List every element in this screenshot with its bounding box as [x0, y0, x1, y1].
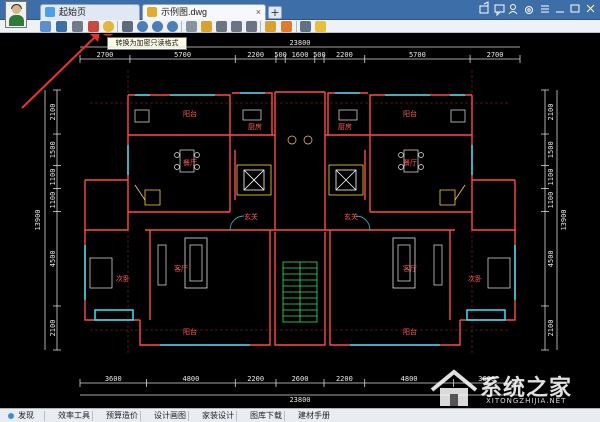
- dimension-segment-label: 2200: [247, 51, 264, 59]
- settings-icon[interactable]: [525, 6, 533, 14]
- measure-icon[interactable]: [265, 21, 276, 32]
- check-icon[interactable]: [315, 21, 326, 32]
- dimension-segment-label: 2600: [292, 375, 309, 383]
- dimension-segment-label: 4800: [401, 375, 418, 383]
- room-label: 餐厅: [403, 158, 417, 167]
- dimension-segment-label: 1500: [547, 141, 555, 158]
- room-label: 阳台: [183, 109, 197, 118]
- text-icon[interactable]: [186, 21, 197, 32]
- open-folder-icon[interactable]: [40, 21, 51, 32]
- status-item-budget-pricing[interactable]: 预算造价: [96, 410, 138, 422]
- dimension-lines: [44, 46, 558, 396]
- room-label: 玄关: [244, 212, 258, 221]
- dimension-segment-label: 2200: [336, 51, 353, 59]
- room-label: 厨房: [338, 122, 352, 131]
- user-avatar[interactable]: [5, 1, 27, 28]
- drawing-canvas[interactable]: 阳台 阳台 厨房 厨房 餐厅 餐厅 玄关 玄关 客厅 客厅 次卧 次卧 阳台 阳…: [0, 34, 600, 408]
- overall-dimension-bottom: 23800: [289, 396, 310, 404]
- pencil-icon[interactable]: [201, 21, 212, 32]
- menu-icon[interactable]: [541, 5, 549, 13]
- status-item-library-download[interactable]: 图库下载: [240, 410, 282, 422]
- dimension-segment-label: 5700: [174, 51, 191, 59]
- window-controls: [479, 1, 595, 17]
- dimension-segment-label: 500: [274, 51, 287, 59]
- room-label: 次卧: [116, 274, 130, 283]
- export-pdf-icon[interactable]: [88, 21, 99, 32]
- room-label: 客厅: [174, 264, 188, 273]
- cad-viewer-window: 起始页 示例图.dwg × + 转换为加密只读格式 阳台 阳台 厨房 厨房 餐厅…: [0, 0, 600, 422]
- overall-dimension-top: 23800: [289, 39, 310, 47]
- room-label: 次卧: [468, 274, 482, 283]
- dimension-segment-label: 1100: [49, 169, 57, 186]
- dimension-segment-label: 1600: [292, 51, 309, 59]
- zoom-window-icon[interactable]: [137, 21, 148, 32]
- dimension-segment-label: 1100: [547, 192, 555, 209]
- share-icon[interactable]: [479, 1, 489, 14]
- dimension-segment-label: 5700: [409, 51, 426, 59]
- room-label: 阳台: [403, 109, 417, 118]
- dimension-segment-label: 4500: [49, 250, 57, 267]
- status-item-design-drawing[interactable]: 设计画图: [144, 410, 186, 422]
- dimension-segment-label: 2100: [49, 320, 57, 337]
- dimension-segment-label: 2100: [547, 320, 555, 337]
- pan-icon[interactable]: [122, 21, 133, 32]
- save-icon[interactable]: [56, 21, 67, 32]
- room-label: 阳台: [183, 327, 197, 336]
- floor-plan: 阳台 阳台 厨房 厨房 餐厅 餐厅 玄关 玄关 客厅 客厅 次卧 次卧 阳台 阳…: [21, 34, 568, 404]
- markup-icon[interactable]: [216, 21, 227, 32]
- layers-icon[interactable]: [300, 21, 311, 32]
- room-label: 厨房: [248, 122, 262, 131]
- furniture: [89, 109, 511, 289]
- dimension-segment-label: 4500: [547, 250, 555, 267]
- dimension-segment-label: 2200: [247, 375, 264, 383]
- discover-icon: [8, 413, 14, 419]
- room-label: 玄关: [344, 212, 358, 221]
- close-icon[interactable]: [586, 4, 595, 13]
- dimension-segment-label: 2200: [336, 375, 353, 383]
- room-label: 客厅: [403, 264, 417, 273]
- annotation-callout: [21, 34, 114, 109]
- status-item-discover[interactable]: 发现: [8, 410, 34, 422]
- maximize-icon[interactable]: [570, 4, 580, 13]
- dimension-segment-label: 2700: [487, 51, 504, 59]
- status-item-home-design[interactable]: 家装设计: [192, 410, 234, 422]
- dimension-segment-label: 2100: [49, 104, 57, 121]
- core-fixtures: [134, 164, 466, 323]
- dimension-segment-label: 3600: [105, 375, 122, 383]
- redo-icon[interactable]: [246, 21, 257, 32]
- watermark-logo: 系统之家 XITONGZHIJIA.NET: [428, 368, 596, 408]
- dimension-segment-label: 2700: [97, 51, 114, 59]
- dimension-segment-label: 1100: [49, 192, 57, 209]
- toolbar: [0, 20, 600, 33]
- dimension-segment-label: 4800: [182, 375, 199, 383]
- print-icon[interactable]: [72, 21, 83, 32]
- room-label: 餐厅: [183, 158, 197, 167]
- dimension-text: 23800 23800 2700 5700 2200 500 1600 500 2200 57…: [97, 39, 504, 404]
- status-item-efficiency-tools[interactable]: 效率工具: [48, 410, 90, 422]
- status-bar: 发现 效率工具 预算造价 设计画图 家装设计 图库下载 建材手册: [0, 408, 600, 422]
- status-item-materials-handbook[interactable]: 建材手册: [288, 410, 330, 422]
- hatch-icon[interactable]: [281, 21, 292, 32]
- dimension-segment-label: 1500: [49, 141, 57, 158]
- dimension-segment-label: 1100: [547, 169, 555, 186]
- undo-icon[interactable]: [231, 21, 242, 32]
- message-icon[interactable]: [494, 4, 505, 17]
- encrypt-readonly-icon[interactable]: [103, 21, 114, 32]
- overall-dimension-left: 13900: [34, 209, 42, 230]
- zoom-extents-icon[interactable]: [167, 21, 178, 32]
- user-icon[interactable]: [508, 4, 518, 15]
- room-label: 阳台: [403, 327, 417, 336]
- dimension-segment-label: 500: [313, 51, 326, 59]
- room-labels: 阳台 阳台 厨房 厨房 餐厅 餐厅 玄关 玄关 客厅 客厅 次卧 次卧 阳台 阳…: [116, 109, 482, 336]
- zoom-in-icon[interactable]: [152, 21, 163, 32]
- house-logo-icon: [430, 369, 478, 406]
- dimension-segment-label: 2100: [547, 104, 555, 121]
- overall-dimension-right: 13900: [560, 209, 568, 230]
- title-bar: 起始页 示例图.dwg × +: [0, 0, 600, 28]
